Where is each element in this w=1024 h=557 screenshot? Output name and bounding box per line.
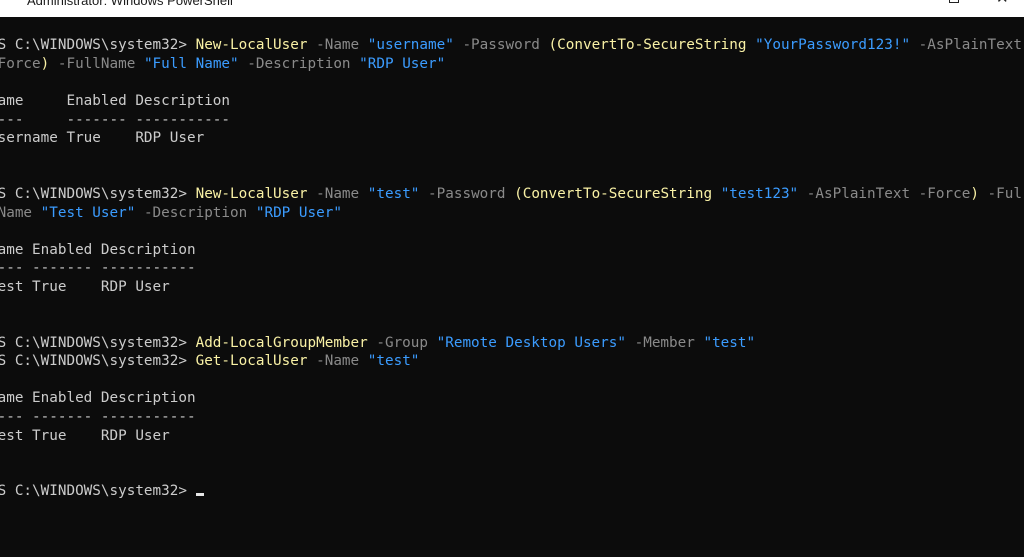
- string-value: "Remote Desktop Users": [436, 335, 626, 351]
- parameter: -FullName: [49, 56, 144, 72]
- parameter: -Description: [135, 205, 256, 221]
- parameter: -Name: [307, 37, 368, 53]
- console-line: -Force) -FullName "Full Name" -Descripti…: [0, 55, 445, 74]
- paren: ): [40, 56, 50, 72]
- parameter: -Member: [626, 335, 704, 351]
- string-value: "YourPassword123!": [746, 37, 911, 53]
- parameter: -AsPlainText -Force: [798, 186, 971, 202]
- string-value: "Full Name": [143, 56, 239, 72]
- command-name: New-LocalUser: [195, 186, 308, 202]
- parameter: -Password: [419, 186, 515, 202]
- table-row: test True RDP User: [0, 279, 170, 295]
- parameter: lName: [0, 205, 33, 221]
- close-button[interactable]: ✕: [988, 0, 1018, 13]
- command-name: ConvertTo-SecureString: [522, 186, 713, 202]
- table-row: username True RDP User: [0, 130, 205, 146]
- paren: (: [514, 186, 523, 202]
- maximize-button[interactable]: [940, 0, 970, 13]
- parameter: -Password: [453, 37, 549, 53]
- parameter: -Description: [238, 56, 360, 72]
- parameter: -AsPlainText: [910, 37, 1022, 53]
- table-rule: ---- ------- -----------: [0, 260, 196, 276]
- command-name: ConvertTo-SecureString: [557, 37, 747, 53]
- console-line: lName "Test User" -Description "RDP User…: [0, 204, 342, 223]
- command-name: Get-LocalUser: [195, 353, 308, 369]
- string-value: "Test User": [40, 205, 136, 221]
- prompt: PS C:\WINDOWS\system32>: [0, 186, 196, 202]
- paren: ): [970, 186, 979, 202]
- string-value: "RDP User": [359, 56, 446, 72]
- table-header: Name Enabled Description: [0, 390, 196, 406]
- string-value: "username": [367, 37, 454, 53]
- prompt: PS C:\WINDOWS\system32>: [0, 353, 196, 369]
- table-rule: ---- ------- -----------: [0, 409, 196, 425]
- command-name: New-LocalUser: [195, 37, 308, 53]
- table-header: Name Enabled Description: [0, 93, 231, 109]
- string-value: "test": [703, 335, 756, 351]
- prompt: PS C:\WINDOWS\system32>: [0, 37, 196, 53]
- parameter: -Force: [0, 56, 41, 72]
- string-value: "test": [367, 353, 420, 369]
- close-icon: ✕: [996, 0, 1009, 6]
- string-value: "RDP User": [255, 205, 342, 221]
- console-line: PS C:\WINDOWS\system32> New-LocalUser -N…: [0, 185, 1022, 204]
- console-line: PS C:\WINDOWS\system32> Get-LocalUser -N…: [0, 352, 419, 371]
- table-header: Name Enabled Description: [0, 242, 196, 258]
- paren: (: [548, 37, 558, 53]
- parameter: -Name: [307, 186, 368, 202]
- text-cursor: [195, 493, 204, 496]
- string-value: "test": [367, 186, 420, 202]
- window-title: Administrator: Windows PowerShell: [27, 0, 233, 8]
- maximize-icon: [949, 0, 959, 3]
- table-row: test True RDP User: [0, 428, 170, 444]
- command-name: Add-LocalGroupMember: [195, 335, 368, 351]
- title-bar: Administrator: Windows PowerShell ✕: [0, 0, 1024, 17]
- console-line: PS C:\WINDOWS\system32>: [0, 482, 204, 501]
- prompt: PS C:\WINDOWS\system32>: [0, 335, 196, 351]
- parameter: -Group: [367, 335, 437, 351]
- console-line: PS C:\WINDOWS\system32> New-LocalUser -N…: [0, 36, 1022, 55]
- parameter: -Ful: [978, 186, 1022, 202]
- console-output[interactable]: PS C:\WINDOWS\system32> New-LocalUser -N…: [0, 17, 1024, 557]
- console-line: PS C:\WINDOWS\system32> Add-LocalGroupMe…: [0, 334, 755, 353]
- prompt: PS C:\WINDOWS\system32>: [0, 483, 196, 499]
- parameter: -Name: [307, 353, 368, 369]
- table-rule: ---- ------- -----------: [0, 112, 231, 128]
- string-value: "test123": [712, 186, 799, 202]
